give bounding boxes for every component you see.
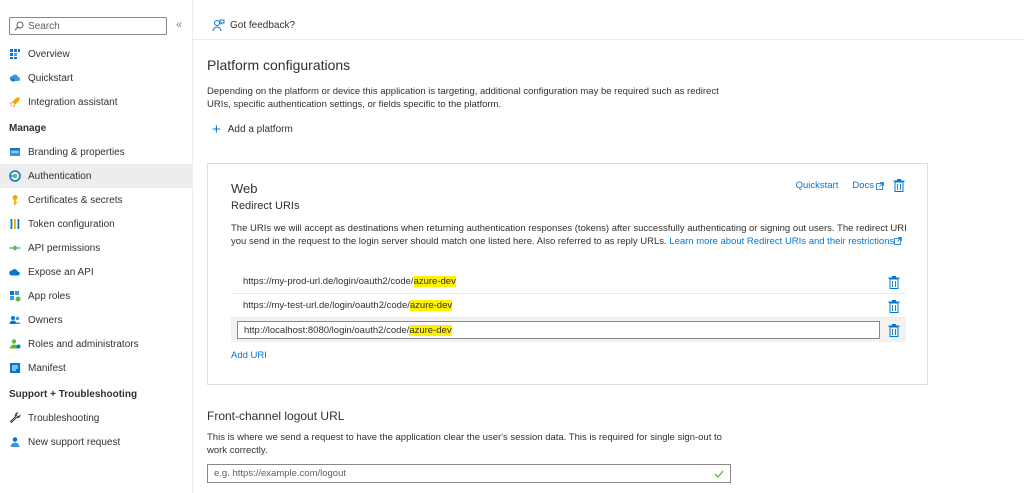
- owners-icon: [9, 314, 21, 326]
- page-description: Depending on the platform or device this…: [207, 86, 719, 110]
- external-link-icon: [894, 237, 903, 245]
- redirect-uri-text: https://my-test-url.de/login/oauth2/code…: [231, 300, 453, 311]
- sidebar-nav: Overview Quickstart Integration assistan…: [0, 42, 193, 454]
- redirect-uri-row-editing[interactable]: http://localhost:8080/login/oauth2/code/…: [231, 318, 906, 342]
- overview-grid-icon: [9, 48, 21, 60]
- redirect-uri-prefix: http://localhost:8080/login/oauth2/code/: [244, 324, 410, 336]
- redirect-uri-prefix: https://my-prod-url.de/login/oauth2/code…: [243, 276, 414, 287]
- redirect-uri-row[interactable]: https://my-test-url.de/login/oauth2/code…: [231, 294, 906, 318]
- delete-platform-trash-icon[interactable]: [893, 179, 905, 192]
- app-roles-icon: [9, 290, 21, 302]
- sidebar-item-integration-assistant[interactable]: Integration assistant: [0, 90, 193, 114]
- logout-url-field[interactable]: [207, 464, 731, 483]
- branding-icon: [9, 146, 21, 158]
- sidebar-item-label: Quickstart: [28, 72, 74, 84]
- sidebar-item-label: Certificates & secrets: [28, 194, 123, 206]
- sidebar-item-expose-api[interactable]: Expose an API: [0, 260, 193, 284]
- sidebar-item-label: Authentication: [28, 170, 92, 182]
- web-platform-card: Web Redirect URIs Quickstart Docs The UR…: [207, 163, 928, 385]
- api-permissions-icon: [9, 242, 21, 254]
- sidebar-item-token-configuration[interactable]: Token configuration: [0, 212, 193, 236]
- plus-icon: +: [212, 120, 221, 138]
- support-person-icon: [9, 436, 21, 448]
- sidebar-item-overview[interactable]: Overview: [0, 42, 193, 66]
- external-link-icon: [876, 181, 884, 190]
- sidebar-item-label: New support request: [28, 436, 121, 448]
- sidebar-search-row: «: [9, 17, 185, 37]
- sidebar-item-quickstart[interactable]: Quickstart: [0, 66, 193, 90]
- sidebar-item-label: Roles and administrators: [28, 338, 139, 350]
- redirect-uri-row[interactable]: https://my-prod-url.de/login/oauth2/code…: [231, 270, 906, 294]
- logout-url-input[interactable]: [214, 468, 704, 479]
- search-input[interactable]: [28, 20, 158, 32]
- feedback-button[interactable]: Got feedback?: [212, 19, 295, 32]
- wrench-icon: [9, 412, 21, 424]
- web-card-links: Quickstart Docs: [796, 179, 905, 192]
- web-card-title: Web: [231, 181, 258, 196]
- feedback-person-icon: [212, 19, 225, 32]
- add-platform-button[interactable]: + Add a platform: [212, 120, 293, 138]
- token-bars-icon: [9, 218, 21, 230]
- redirect-uri-prefix: https://my-test-url.de/login/oauth2/code…: [243, 300, 410, 311]
- roles-admin-icon: [9, 338, 21, 350]
- sidebar-item-label: Overview: [28, 48, 70, 60]
- sidebar-item-api-permissions[interactable]: API permissions: [0, 236, 193, 260]
- sidebar: « Overview Quickstart Integration assist…: [0, 0, 193, 493]
- redirect-uri-highlight: azure-dev: [409, 300, 453, 311]
- logout-url-heading: Front-channel logout URL: [207, 409, 345, 423]
- rocket-icon: [9, 96, 21, 108]
- key-icon: [9, 194, 21, 206]
- logout-url-description: This is where we send a request to have …: [207, 432, 722, 456]
- authentication-icon: [9, 170, 21, 182]
- delete-uri-trash-icon[interactable]: [888, 300, 900, 313]
- learn-more-redirect-uris-link[interactable]: Learn more about Redirect URIs and their…: [669, 236, 894, 247]
- sidebar-item-label: API permissions: [28, 242, 101, 254]
- docs-link[interactable]: Docs: [852, 180, 874, 191]
- sidebar-item-roles-admins[interactable]: Roles and administrators: [0, 332, 193, 356]
- sidebar-item-certificates[interactable]: Certificates & secrets: [0, 188, 193, 212]
- sidebar-item-branding[interactable]: Branding & properties: [0, 140, 193, 164]
- sidebar-item-label: Manifest: [28, 362, 66, 374]
- add-uri-link[interactable]: Add URI: [231, 350, 267, 361]
- redirect-uris-description: The URIs we will accept as destinations …: [231, 223, 911, 248]
- quickstart-cloud-icon: [9, 72, 21, 84]
- sidebar-item-label: Owners: [28, 314, 63, 326]
- redirect-uri-highlight: azure-dev: [413, 276, 456, 287]
- redirect-uri-list: https://my-prod-url.de/login/oauth2/code…: [231, 270, 906, 342]
- sidebar-item-owners[interactable]: Owners: [0, 308, 193, 332]
- sidebar-item-label: Branding & properties: [28, 146, 125, 158]
- collapse-sidebar-button[interactable]: «: [176, 19, 182, 31]
- sidebar-item-label: Integration assistant: [28, 96, 118, 108]
- page-title: Platform configurations: [207, 57, 351, 73]
- quickstart-link[interactable]: Quickstart: [796, 180, 839, 191]
- cloud-api-icon: [9, 266, 21, 278]
- redirect-uri-text: https://my-prod-url.de/login/oauth2/code…: [231, 276, 456, 287]
- sidebar-section-manage: Manage: [9, 122, 47, 134]
- search-icon: [14, 21, 24, 31]
- sidebar-item-label: App roles: [28, 290, 71, 302]
- sidebar-item-troubleshooting[interactable]: Troubleshooting: [0, 406, 193, 430]
- manifest-icon: [9, 362, 21, 374]
- sidebar-item-app-roles[interactable]: App roles: [0, 284, 193, 308]
- feedback-label: Got feedback?: [230, 20, 296, 31]
- redirect-uris-heading: Redirect URIs: [231, 200, 300, 212]
- add-platform-label: Add a platform: [227, 124, 293, 135]
- sidebar-item-authentication[interactable]: Authentication: [0, 164, 193, 188]
- sidebar-section-support: Support + Troubleshooting: [9, 388, 138, 400]
- redirect-uri-highlight: azure-dev: [409, 324, 452, 336]
- delete-uri-trash-icon[interactable]: [888, 276, 900, 289]
- redirect-uri-input[interactable]: http://localhost:8080/login/oauth2/code/…: [237, 321, 880, 339]
- sidebar-item-manifest[interactable]: Manifest: [0, 356, 193, 380]
- sidebar-item-new-support-request[interactable]: New support request: [0, 430, 193, 454]
- sidebar-item-label: Expose an API: [28, 266, 94, 278]
- checkmark-icon: [714, 470, 724, 478]
- sidebar-item-label: Troubleshooting: [28, 412, 100, 424]
- search-box[interactable]: [9, 17, 167, 35]
- main-content: Platform configurations Depending on the…: [193, 40, 1024, 493]
- delete-uri-trash-icon[interactable]: [888, 324, 900, 337]
- sidebar-item-label: Token configuration: [28, 218, 115, 230]
- command-bar: Got feedback?: [193, 0, 1024, 40]
